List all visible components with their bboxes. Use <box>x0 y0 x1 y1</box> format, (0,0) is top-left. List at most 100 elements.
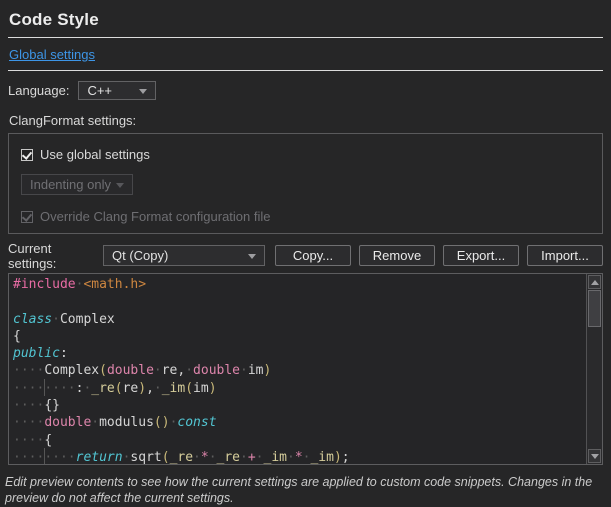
checkbox-checked-icon <box>21 149 33 161</box>
code-token: ) <box>264 363 272 378</box>
code-token: ···· <box>13 433 44 448</box>
code-token: Complex <box>44 363 99 378</box>
code-token: · <box>209 450 217 465</box>
code-token: _im <box>310 450 333 465</box>
code-token: {} <box>44 398 60 413</box>
code-token: ···· <box>13 450 44 465</box>
code-line: ····{} <box>13 397 586 414</box>
code-token: · <box>154 381 162 396</box>
code-token: : <box>60 346 68 361</box>
code-token: double <box>44 415 91 430</box>
clangformat-settings-label: ClangFormat settings: <box>9 113 603 128</box>
code-token: ···· <box>13 381 44 396</box>
code-token: re <box>123 381 139 396</box>
code-token: _re <box>170 450 193 465</box>
code-token: ( <box>99 363 107 378</box>
current-settings-label: Current settings: <box>8 241 103 271</box>
code-lines: #include·<math.h>class·Complex{public:··… <box>9 274 586 464</box>
code-token: modulus <box>99 415 154 430</box>
triangle-down-icon <box>591 454 599 459</box>
code-token: sqrt <box>130 450 161 465</box>
code-token: ) <box>138 381 146 396</box>
use-global-settings-checkbox[interactable]: Use global settings <box>21 147 590 162</box>
code-line: { <box>13 328 586 345</box>
language-value: C++ <box>87 83 112 98</box>
code-line: class·Complex <box>13 311 586 328</box>
import-button[interactable]: Import... <box>527 245 603 266</box>
code-line: #include·<math.h> <box>13 276 586 293</box>
scrollbar-thumb[interactable] <box>588 290 601 327</box>
code-token: _im <box>264 450 287 465</box>
code-token: + <box>248 450 256 465</box>
use-global-settings-label: Use global settings <box>40 147 150 162</box>
code-line: ········return·sqrt(_re·*·_re·+·_im·*·_i… <box>13 449 586 465</box>
code-token: im <box>193 381 209 396</box>
code-token: ···· <box>13 363 44 378</box>
copy-button[interactable]: Copy... <box>275 245 351 266</box>
chevron-down-icon <box>248 254 256 259</box>
code-token: ( <box>185 381 193 396</box>
code-token: · <box>193 450 201 465</box>
code-token: , <box>146 381 154 396</box>
code-token: ···· <box>13 398 44 413</box>
code-line: ········:·_re(re),·_im(im) <box>13 380 586 397</box>
code-style-settings-page: Code Style Global settings Language: C++… <box>0 0 611 507</box>
code-token: ···· <box>44 381 75 396</box>
header-separator <box>8 70 603 71</box>
language-label: Language: <box>8 83 69 98</box>
code-token: <math.h> <box>83 277 146 292</box>
page-title: Code Style <box>9 10 603 30</box>
code-token: · <box>240 450 248 465</box>
code-token: · <box>256 450 264 465</box>
code-token: _re <box>217 450 240 465</box>
current-settings-select[interactable]: Qt (Copy) <box>103 245 265 266</box>
code-token: * <box>201 450 209 465</box>
code-line: ····{ <box>13 432 586 449</box>
chevron-down-icon <box>139 89 147 94</box>
code-token: double <box>107 363 154 378</box>
triangle-up-icon <box>591 280 599 285</box>
remove-button[interactable]: Remove <box>359 245 435 266</box>
code-token: ( <box>115 381 123 396</box>
code-token: re <box>162 363 178 378</box>
clangformat-group: Use global settings Indenting only Overr… <box>8 133 603 234</box>
code-token: { <box>13 329 21 344</box>
code-preview-editor[interactable]: #include·<math.h>class·Complex{public:··… <box>8 273 603 465</box>
code-token: · <box>91 415 99 430</box>
footer-note: Edit preview contents to see how the cur… <box>5 474 609 507</box>
code-line: ····Complex(double·re,·double·im) <box>13 362 586 379</box>
code-token: return <box>76 450 123 465</box>
code-token: _im <box>162 381 185 396</box>
language-select[interactable]: C++ <box>78 81 156 100</box>
chevron-down-icon <box>116 183 124 188</box>
checkbox-checked-icon <box>21 211 33 223</box>
code-token: Complex <box>60 312 115 327</box>
code-token: _re <box>91 381 114 396</box>
code-token: class <box>13 312 52 327</box>
vertical-scrollbar[interactable] <box>586 274 602 464</box>
code-token: ) <box>334 450 342 465</box>
code-token: ···· <box>44 450 75 465</box>
code-token: #include <box>13 277 76 292</box>
global-settings-link[interactable]: Global settings <box>9 47 95 62</box>
export-button[interactable]: Export... <box>443 245 519 266</box>
scrollbar-down-button[interactable] <box>588 449 601 463</box>
code-token: · <box>240 363 248 378</box>
scrollbar-up-button[interactable] <box>588 275 601 289</box>
code-token: { <box>44 433 52 448</box>
code-token: const <box>177 415 216 430</box>
code-token: ( <box>162 450 170 465</box>
code-token: ···· <box>13 415 44 430</box>
code-token: * <box>295 450 303 465</box>
code-token: ) <box>209 381 217 396</box>
indenting-mode-select: Indenting only <box>21 174 133 195</box>
code-token: ; <box>342 450 350 465</box>
override-clang-format-label: Override Clang Format configuration file <box>40 209 271 224</box>
code-token: · <box>52 312 60 327</box>
code-line: ····double·modulus()·const <box>13 414 586 431</box>
code-line <box>13 293 586 310</box>
override-clang-format-checkbox: Override Clang Format configuration file <box>21 209 590 224</box>
code-line: public: <box>13 345 586 362</box>
code-token: double <box>193 363 240 378</box>
code-token: im <box>248 363 264 378</box>
